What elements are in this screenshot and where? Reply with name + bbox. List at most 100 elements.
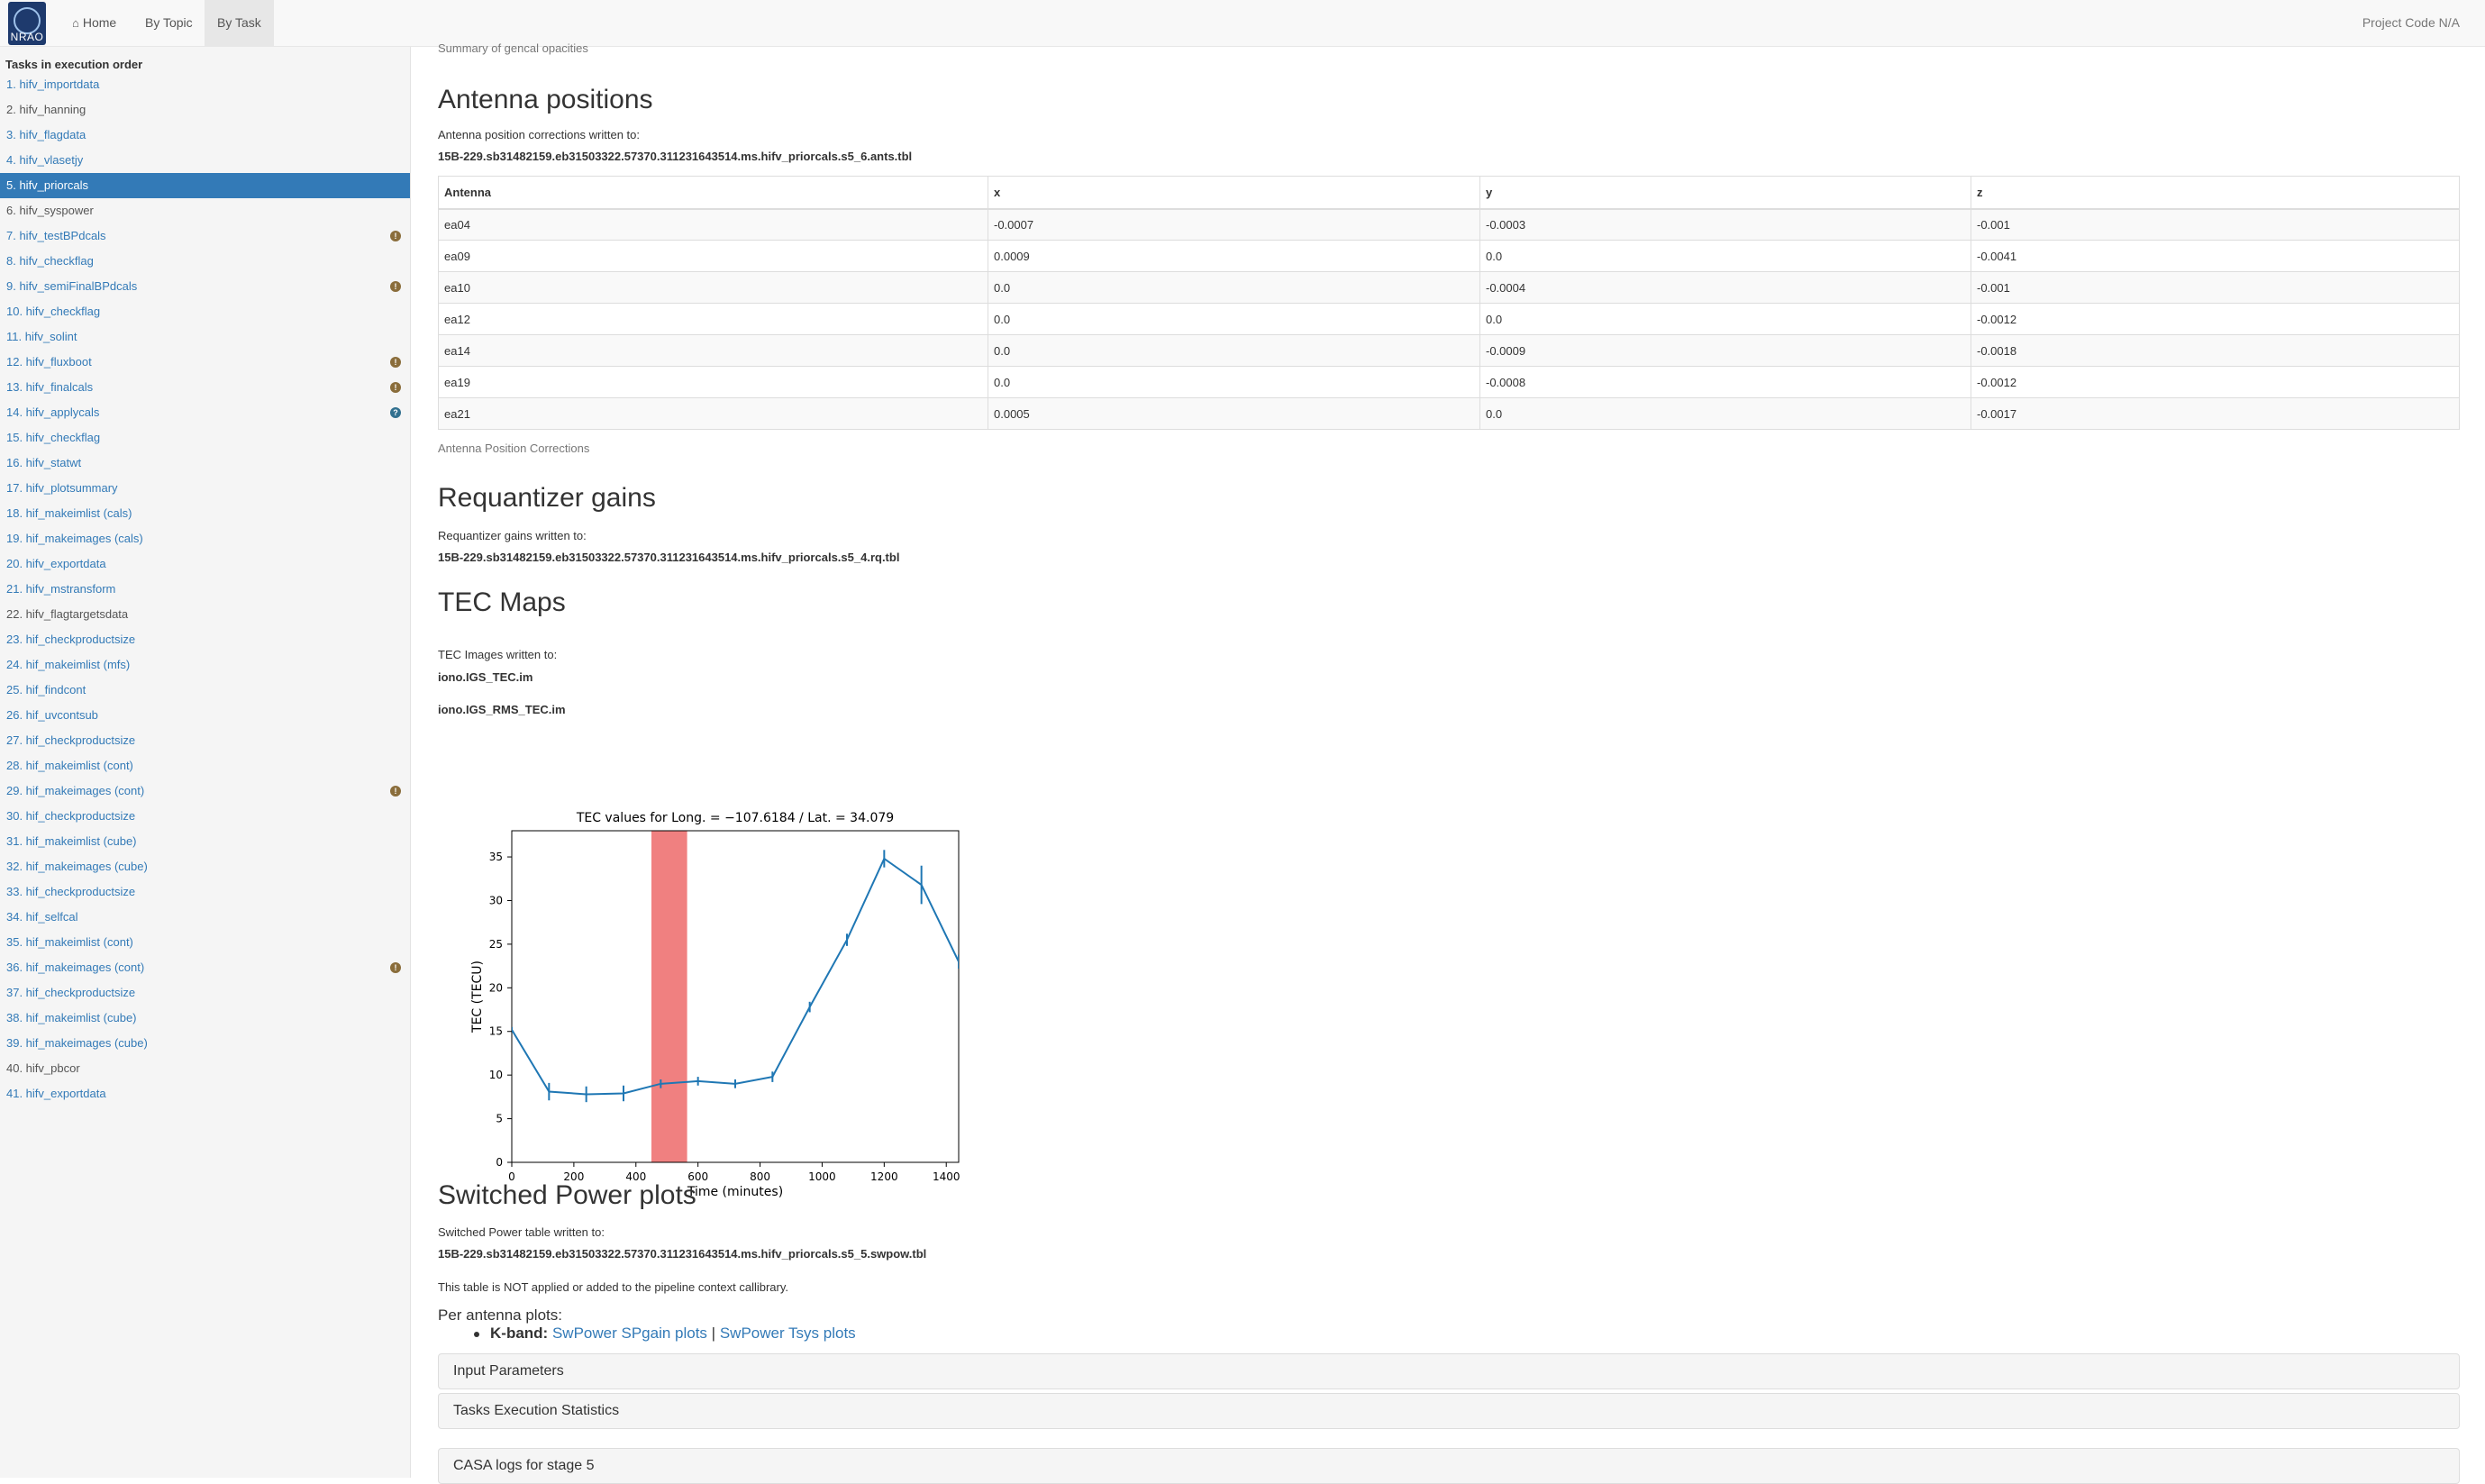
sidebar-task-label: 11. hifv_solint xyxy=(6,330,77,343)
casa-logs-panel[interactable]: CASA logs for stage 5 xyxy=(438,1448,2460,1484)
sidebar-task-item[interactable]: 28. hif_makeimlist (cont) xyxy=(0,753,410,778)
table-cell: -0.0003 xyxy=(1479,208,1971,241)
sidebar-task-item[interactable]: 17. hifv_plotsummary xyxy=(0,476,410,501)
sidebar-task-item[interactable]: 33. hif_checkproductsize xyxy=(0,879,410,905)
sidebar-task-item[interactable]: 16. hifv_statwt xyxy=(0,451,410,476)
sidebar-task-item[interactable]: 5. hifv_priorcals xyxy=(0,173,410,198)
sidebar-task-label: 35. hif_makeimlist (cont) xyxy=(6,935,133,949)
sidebar-task-item[interactable]: 30. hif_checkproductsize xyxy=(0,804,410,829)
sidebar-task-item[interactable]: 39. hif_makeimages (cube) xyxy=(0,1031,410,1056)
sidebar-task-item[interactable]: 13. hifv_finalcals! xyxy=(0,375,410,400)
table-cell: 0.0 xyxy=(1479,303,1971,335)
table-cell: ea12 xyxy=(438,303,988,335)
sidebar-task-item[interactable]: 7. hifv_testBPdcals! xyxy=(0,223,410,249)
sidebar-task-item[interactable]: 18. hif_makeimlist (cals) xyxy=(0,501,410,526)
sidebar-task-item[interactable]: 19. hif_makeimages (cals) xyxy=(0,526,410,551)
sidebar-task-label: 40. hifv_pbcor xyxy=(6,1061,80,1075)
warning-icon: ! xyxy=(390,382,401,393)
sidebar-task-item[interactable]: 15. hifv_checkflag xyxy=(0,425,410,451)
plot-frame xyxy=(511,830,960,1163)
sidebar-task-label: 36. hif_makeimages (cont) xyxy=(6,961,145,974)
sidebar-task-label: 38. hif_makeimlist (cube) xyxy=(6,1011,137,1024)
sidebar-task-label: 19. hif_makeimages (cals) xyxy=(6,532,143,545)
sidebar-task-item[interactable]: 36. hif_makeimages (cont)! xyxy=(0,955,410,980)
nav-by-topic-link[interactable]: By Topic xyxy=(132,0,205,46)
highlight-span xyxy=(651,831,687,1162)
sidebar-task-item[interactable]: 10. hifv_checkflag xyxy=(0,299,410,324)
y-tick-label: 5 xyxy=(496,1113,503,1125)
k-band-label: K-band: xyxy=(490,1325,549,1342)
sidebar-task-item[interactable]: 37. hif_checkproductsize xyxy=(0,980,410,1006)
requantizer-file-name: 15B-229.sb31482159.eb31503322.57370.3112… xyxy=(438,551,900,564)
sidebar-task-item[interactable]: 14. hifv_applycals? xyxy=(0,400,410,425)
sidebar-task-item[interactable]: 41. hifv_exportdata xyxy=(0,1081,410,1106)
antenna-table-caption: Antenna Position Corrections xyxy=(438,442,590,455)
table-cell: -0.001 xyxy=(1971,271,2460,304)
sidebar-task-item[interactable]: 8. hifv_checkflag xyxy=(0,249,410,274)
sidebar-task-item[interactable]: 25. hif_findcont xyxy=(0,678,410,703)
sidebar-task-label: 24. hif_makeimlist (mfs) xyxy=(6,658,131,671)
sidebar-task-item[interactable]: 35. hif_makeimlist (cont) xyxy=(0,930,410,955)
sidebar-task-item[interactable]: 11. hifv_solint xyxy=(0,324,410,350)
task-execution-stats-panel[interactable]: Tasks Execution Statistics xyxy=(438,1393,2460,1429)
chart-x-label: Time (minutes) xyxy=(687,1185,783,1199)
table-cell: ea09 xyxy=(438,240,988,272)
sidebar-task-label: 8. hifv_checkflag xyxy=(6,254,94,268)
sidebar-task-label: 12. hifv_fluxboot xyxy=(6,355,92,369)
sidebar-task-list: 1. hifv_importdata 2. hifv_hanning 3. hifv… xyxy=(0,72,410,1106)
sidebar-task-item[interactable]: 9. hifv_semiFinalBPdcals! xyxy=(0,274,410,299)
sidebar-task-item[interactable]: 1. hifv_importdata xyxy=(0,72,410,97)
sidebar-task-item[interactable]: 22. hifv_flagtargetsdata xyxy=(0,602,410,627)
table-cell: ea04 xyxy=(438,208,988,241)
antenna-table-body: ea04 -0.0007 -0.0003 -0.001 ea09 0.0009 0.0 -0.… xyxy=(438,208,2460,430)
switched-power-heading: Switched Power plots xyxy=(438,1180,696,1210)
sidebar-task-item[interactable]: 26. hif_uvcontsub xyxy=(0,703,410,728)
nav-home-link[interactable]: ⌂ Home xyxy=(59,0,129,46)
input-parameters-panel[interactable]: Input Parameters xyxy=(438,1353,2460,1389)
tec-series-line xyxy=(512,857,959,1096)
home-icon: ⌂ xyxy=(72,16,79,30)
table-cell: 0.0 xyxy=(1479,240,1971,272)
swpower-tsys-link[interactable]: SwPower Tsys plots xyxy=(720,1325,856,1342)
sidebar-task-label: 22. hifv_flagtargetsdata xyxy=(6,607,129,621)
sidebar-task-item[interactable]: 38. hif_makeimlist (cube) xyxy=(0,1006,410,1031)
sidebar-task-item[interactable]: 23. hif_checkproductsize xyxy=(0,627,410,652)
swpower-spgain-link[interactable]: SwPower SPgain plots xyxy=(552,1325,707,1342)
sidebar-task-label: 37. hif_checkproductsize xyxy=(6,986,136,999)
nav-by-task-link[interactable]: By Task xyxy=(205,0,274,46)
project-code: Project Code N/A xyxy=(2362,15,2460,30)
sidebar-task-item[interactable]: 21. hifv_mstransform xyxy=(0,577,410,602)
table-cell: -0.0007 xyxy=(988,208,1480,241)
sidebar-task-label: 23. hif_checkproductsize xyxy=(6,633,136,646)
sidebar-task-item[interactable]: 2. hifv_hanning xyxy=(0,97,410,123)
swpow-note: This table is NOT applied or added to th… xyxy=(438,1280,789,1294)
sidebar-task-item[interactable]: 40. hifv_pbcor xyxy=(0,1056,410,1081)
sidebar-task-label: 14. hifv_applycals xyxy=(6,405,100,419)
sidebar-task-item[interactable]: 34. hif_selfcal xyxy=(0,905,410,930)
sidebar-task-item[interactable]: 27. hif_checkproductsize xyxy=(0,728,410,753)
k-band-item: K-band: SwPower SPgain plots | SwPower T… xyxy=(474,1325,856,1343)
table-row: ea14 0.0 -0.0009 -0.0018 xyxy=(438,334,2460,367)
sidebar-task-item[interactable]: 4. hifv_vlasetjy xyxy=(0,148,410,173)
col-header-antenna: Antenna xyxy=(438,176,988,210)
sidebar-task-item[interactable]: 12. hifv_fluxboot! xyxy=(0,350,410,375)
sidebar-task-item[interactable]: 6. hifv_syspower xyxy=(0,198,410,223)
sidebar-task-label: 32. hif_makeimages (cube) xyxy=(6,860,148,873)
sidebar-task-item[interactable]: 3. hifv_flagdata xyxy=(0,123,410,148)
chart-title: TEC values for Long. = −107.6184 / Lat. … xyxy=(576,811,894,825)
sidebar-task-item[interactable]: 20. hifv_exportdata xyxy=(0,551,410,577)
sidebar-task-label: 31. hif_makeimlist (cube) xyxy=(6,834,137,848)
sidebar-task-item[interactable]: 29. hif_makeimages (cont)! xyxy=(0,778,410,804)
nrao-logo[interactable]: NRAO xyxy=(8,2,46,45)
table-cell: -0.0008 xyxy=(1479,366,1971,398)
table-cell: -0.0018 xyxy=(1971,334,2460,367)
table-cell: 0.0 xyxy=(988,334,1480,367)
sidebar-task-item[interactable]: 24. hif_makeimlist (mfs) xyxy=(0,652,410,678)
x-tick-label: 1000 xyxy=(808,1170,836,1183)
sidebar-task-item[interactable]: 31. hif_makeimlist (cube) xyxy=(0,829,410,854)
sidebar-task-item[interactable]: 32. hif_makeimages (cube) xyxy=(0,854,410,879)
sidebar: Tasks in execution order 1. hifv_importd… xyxy=(0,47,411,1478)
bullet-icon xyxy=(474,1331,479,1337)
sidebar-title: Tasks in execution order xyxy=(5,58,143,71)
sidebar-task-label: 4. hifv_vlasetjy xyxy=(6,153,84,167)
